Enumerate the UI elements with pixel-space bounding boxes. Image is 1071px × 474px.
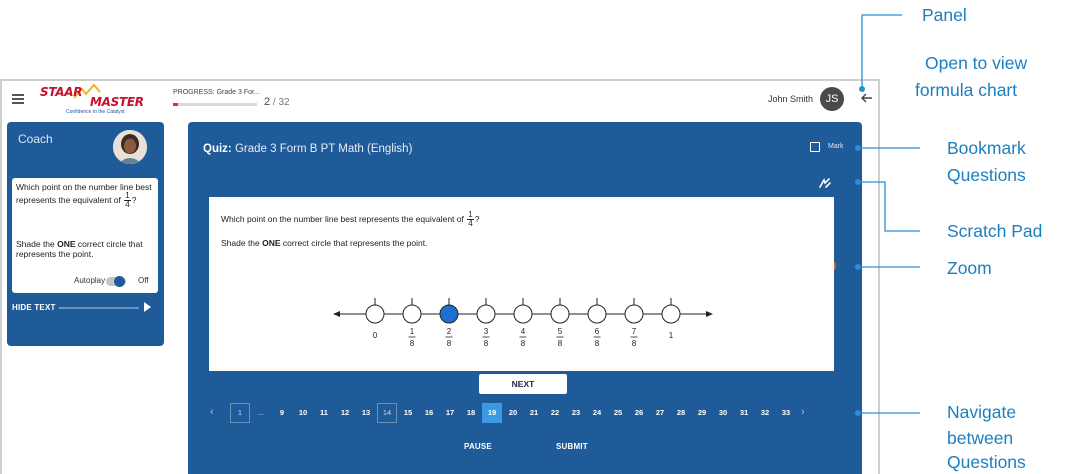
annotation-navigate-2: between bbox=[947, 428, 1014, 448]
annotation-scratch-pad: Scratch Pad bbox=[947, 221, 1043, 241]
annotation-navigate-3: Questions bbox=[947, 452, 1026, 472]
annotation-leaders bbox=[855, 14, 920, 416]
tutorial-stage: STAAR MASTER Confidence to the Catalyst … bbox=[0, 0, 1071, 474]
annotation-panel: Panel bbox=[922, 5, 967, 25]
annotation-panel-desc-2: formula chart bbox=[915, 80, 1018, 100]
annotation-panel-desc-1: Open to view bbox=[925, 53, 1028, 73]
annotation-bookmark-1: Bookmark bbox=[947, 138, 1026, 158]
annotation-navigate-1: Navigate bbox=[947, 402, 1017, 422]
annotation-zoom: Zoom bbox=[947, 258, 992, 278]
annotation-bookmark-2: Questions bbox=[947, 165, 1026, 185]
